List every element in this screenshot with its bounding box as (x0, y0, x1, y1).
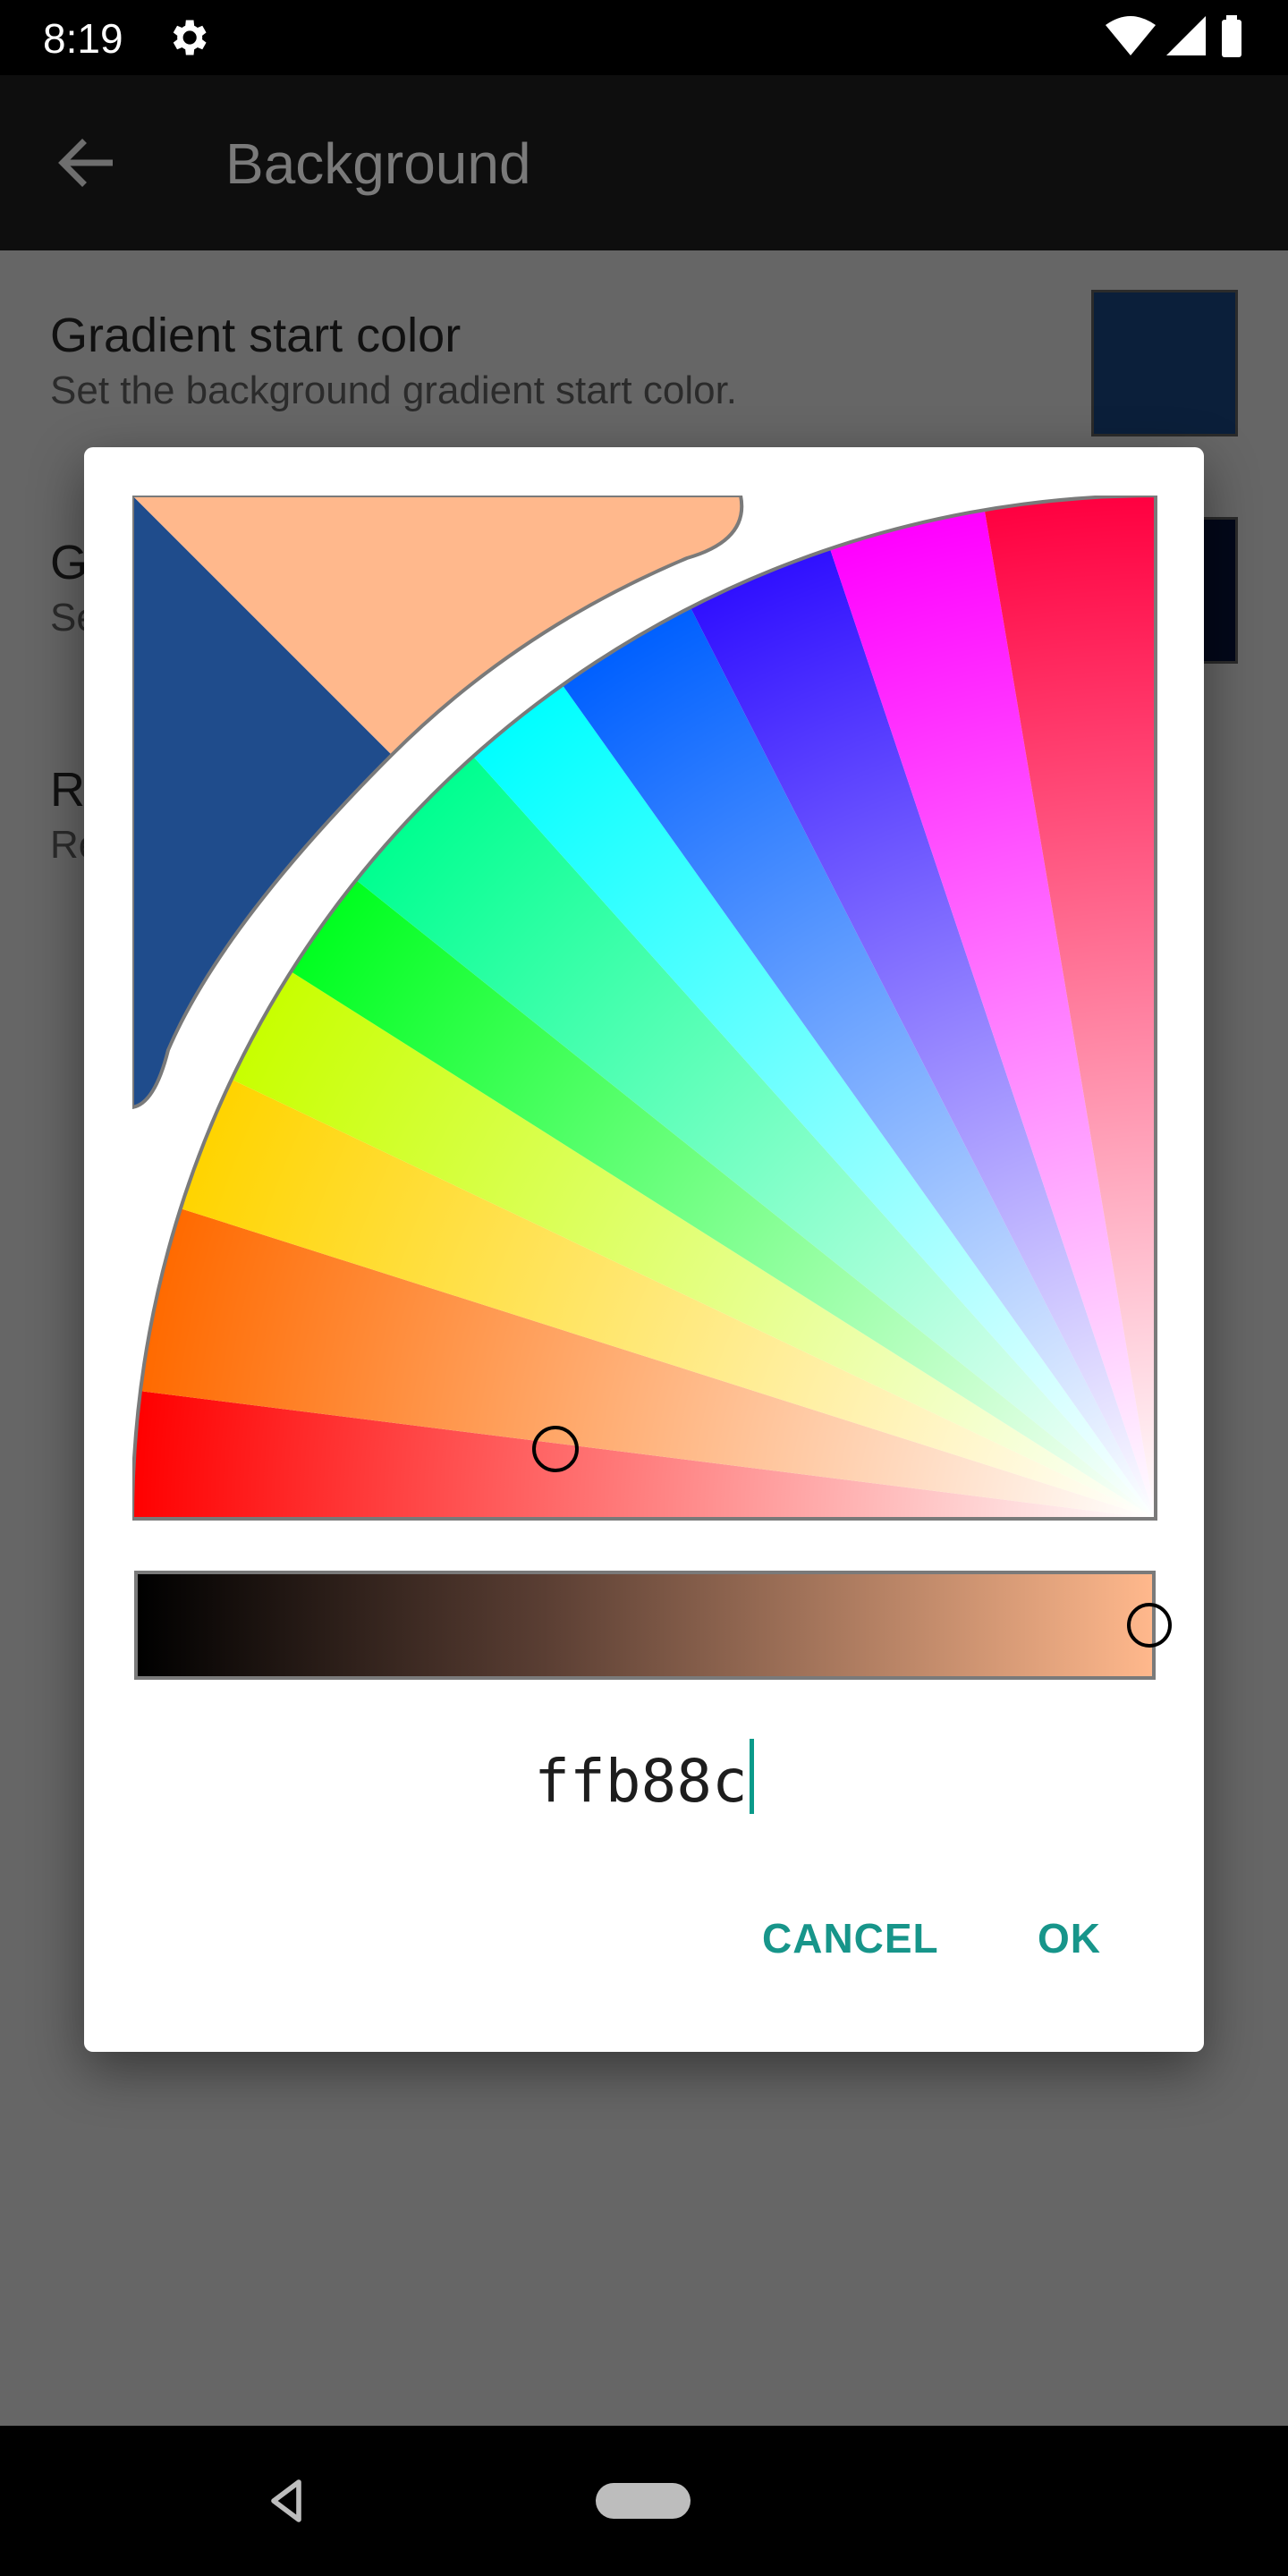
list-item-subtitle: Set the background gradient start color. (50, 369, 738, 412)
app-bar: Background (0, 75, 1288, 250)
nav-home-pill[interactable] (596, 2483, 691, 2519)
list-item-gradient-start[interactable]: Gradient start color Set the background … (50, 308, 737, 413)
system-status-icons (1106, 15, 1241, 57)
list-item-title: Gradient start color (50, 309, 462, 362)
settings-gear-icon (173, 20, 207, 55)
wifi-icon (1106, 16, 1156, 55)
brightness-slider[interactable] (134, 1571, 1172, 1680)
hex-color-input[interactable]: ffb88c (84, 1739, 1204, 1816)
nav-back-icon[interactable] (261, 2476, 311, 2526)
cancel-button[interactable]: CANCEL (762, 1914, 939, 1962)
color-picker-dialog: ffb88c CANCEL OK (84, 447, 1204, 2052)
navigation-bar (0, 2426, 1288, 2576)
brightness-slider-thumb[interactable] (1127, 1603, 1172, 1648)
color-picker-area (132, 496, 1157, 1521)
gradient-start-swatch (1091, 290, 1238, 436)
back-arrow-icon[interactable] (50, 125, 125, 200)
text-cursor (749, 1739, 754, 1814)
page-title: Background (225, 131, 531, 196)
battery-icon (1222, 20, 1241, 57)
hex-value: ffb88c (534, 1747, 748, 1816)
ok-button[interactable]: OK (1038, 1914, 1101, 1962)
cellular-signal-icon (1166, 16, 1206, 55)
status-time: 8:19 (43, 15, 123, 62)
status-bar: 8:19 (0, 0, 1288, 75)
